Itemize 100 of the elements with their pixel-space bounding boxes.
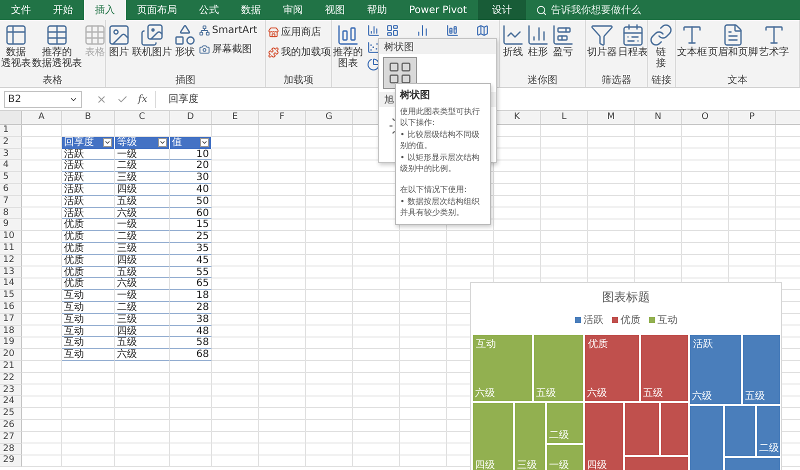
- row-header[interactable]: 21: [0, 360, 22, 373]
- row-header[interactable]: 22: [0, 372, 22, 385]
- ribbon-button[interactable]: 数据 透视表: [1, 23, 31, 69]
- chart-type-button[interactable]: [384, 23, 401, 38]
- ribbon-tab[interactable]: 插入: [84, 0, 126, 20]
- ribbon-tab[interactable]: 帮助: [356, 0, 398, 20]
- row-header[interactable]: 5: [0, 172, 22, 184]
- ribbon-button[interactable]: 联机图片: [132, 23, 172, 58]
- row-header[interactable]: 29: [0, 455, 22, 468]
- ribbon-tab[interactable]: 页面布局: [126, 0, 188, 20]
- ribbon-button[interactable]: 页眉和页脚: [708, 23, 758, 58]
- row-header[interactable]: 6: [0, 184, 22, 196]
- row-header[interactable]: 28: [0, 444, 22, 456]
- column-header[interactable]: P: [729, 111, 776, 124]
- row-header[interactable]: 13: [0, 266, 22, 278]
- row-header[interactable]: 23: [0, 384, 22, 396]
- ribbon-button[interactable]: 盈亏: [551, 23, 575, 58]
- ribbon-button[interactable]: 切片器: [587, 23, 617, 58]
- ribbon-button[interactable]: 链 接: [649, 23, 673, 69]
- row-header[interactable]: 19: [0, 337, 22, 350]
- filter-button[interactable]: [103, 138, 112, 148]
- treemap-tile[interactable]: 优质 六级: [584, 335, 638, 401]
- treemap-tile[interactable]: [724, 406, 754, 456]
- ribbon-button[interactable]: 柱形: [526, 23, 550, 58]
- ribbon-button[interactable]: 折线: [501, 23, 525, 58]
- row-header[interactable]: 11: [0, 242, 22, 255]
- column-header[interactable]: M: [588, 111, 635, 124]
- row-header[interactable]: 25: [0, 408, 22, 420]
- ribbon-tab[interactable]: 文件: [0, 0, 42, 20]
- table-cell: 20: [170, 160, 212, 172]
- ribbon-button[interactable]: 屏幕截图: [199, 40, 258, 58]
- row-header[interactable]: 3: [0, 148, 22, 160]
- ribbon-button[interactable]: 我的加载项: [268, 43, 331, 61]
- ribbon-tab[interactable]: Power Pivot: [398, 0, 478, 20]
- treemap-tile[interactable]: [690, 406, 722, 470]
- images-icon: [140, 23, 164, 47]
- row-header[interactable]: 12: [0, 254, 22, 267]
- ribbon-tab[interactable]: 开始: [42, 0, 84, 20]
- column-header[interactable]: C: [115, 111, 170, 124]
- search-field[interactable]: 告诉我你想要做什么: [550, 3, 641, 17]
- column-header[interactable]: B: [62, 111, 115, 124]
- row-header[interactable]: 1: [0, 125, 22, 137]
- ribbon-tab[interactable]: 审阅: [272, 0, 314, 20]
- ribbon-tab[interactable]: 视图: [314, 0, 356, 20]
- ribbon-button[interactable]: SmartArt: [199, 23, 258, 38]
- chart-area[interactable]: 图表标题 活跃 优质 互动 互动 六级 五级 四级 三级 二级 一级 优质 六级 五级 四级 活跃 六级 五级 二级: [470, 282, 782, 470]
- row-header[interactable]: 4: [0, 160, 22, 172]
- column-header[interactable]: L: [541, 111, 588, 124]
- column-header[interactable]: A: [22, 111, 62, 124]
- row-header[interactable]: 7: [0, 196, 22, 208]
- ribbon-button[interactable]: 文本框: [677, 23, 707, 58]
- ribbon-button[interactable]: 应用商店: [268, 23, 331, 41]
- chart-type-button[interactable]: [444, 23, 461, 38]
- row-header[interactable]: 26: [0, 420, 22, 432]
- row-header[interactable]: 24: [0, 396, 22, 408]
- row-header[interactable]: 18: [0, 326, 22, 338]
- ribbon-button[interactable]: 形状: [173, 23, 197, 58]
- treemap-tile[interactable]: 五级: [742, 335, 780, 404]
- treemap-tile[interactable]: [724, 458, 780, 470]
- table-cell: 65: [170, 278, 212, 290]
- ribbon-tab[interactable]: 数据: [230, 0, 272, 20]
- treemap-tile[interactable]: 五级: [640, 335, 688, 401]
- function-button[interactable]: fx: [138, 94, 148, 104]
- row-header[interactable]: 15: [0, 290, 22, 302]
- ribbon-button[interactable]: 图片: [107, 23, 131, 58]
- column-header[interactable]: N: [635, 111, 682, 124]
- row-header[interactable]: 17: [0, 314, 22, 326]
- row-header[interactable]: 16: [0, 302, 22, 314]
- row-header[interactable]: 10: [0, 231, 22, 243]
- formula-field[interactable]: 回享度: [168, 92, 198, 106]
- column-header[interactable]: F: [259, 111, 306, 124]
- treemap-tile[interactable]: 四级: [584, 403, 622, 470]
- ribbon-button[interactable]: 艺术字: [759, 23, 789, 58]
- name-box[interactable]: B2: [4, 90, 82, 108]
- filter-button[interactable]: [200, 138, 209, 148]
- column-header[interactable]: E: [212, 111, 259, 124]
- check-icon[interactable]: [117, 94, 128, 104]
- treemap-tile[interactable]: 活跃 六级: [690, 335, 740, 404]
- treemap-tile[interactable]: [660, 403, 688, 455]
- row-header[interactable]: 8: [0, 208, 22, 220]
- row-header[interactable]: 14: [0, 278, 22, 290]
- ribbon-tab[interactable]: 公式: [188, 0, 230, 20]
- ribbon-button[interactable]: 推荐的 图表: [333, 23, 363, 69]
- chart-type-button[interactable]: [474, 23, 491, 38]
- filter-button[interactable]: [158, 138, 167, 148]
- column-header[interactable]: D: [170, 111, 212, 124]
- ribbon-tab[interactable]: 设计: [478, 0, 526, 20]
- bar-chart-icon: [416, 24, 429, 37]
- column-header[interactable]: G: [306, 111, 353, 124]
- chart-type-button[interactable]: [365, 23, 382, 38]
- column-header[interactable]: O: [682, 111, 729, 124]
- treemap-tile[interactable]: [624, 403, 658, 455]
- treemap-tile[interactable]: [624, 457, 688, 470]
- ribbon-button[interactable]: 推荐的 数据透视表: [32, 23, 82, 69]
- row-header[interactable]: 20: [0, 349, 22, 361]
- treemap-tile[interactable]: 二级: [756, 406, 780, 456]
- row-header[interactable]: 2: [0, 136, 22, 149]
- row-header[interactable]: 9: [0, 219, 22, 232]
- row-header[interactable]: 27: [0, 432, 22, 444]
- cancel-icon[interactable]: [96, 94, 107, 104]
